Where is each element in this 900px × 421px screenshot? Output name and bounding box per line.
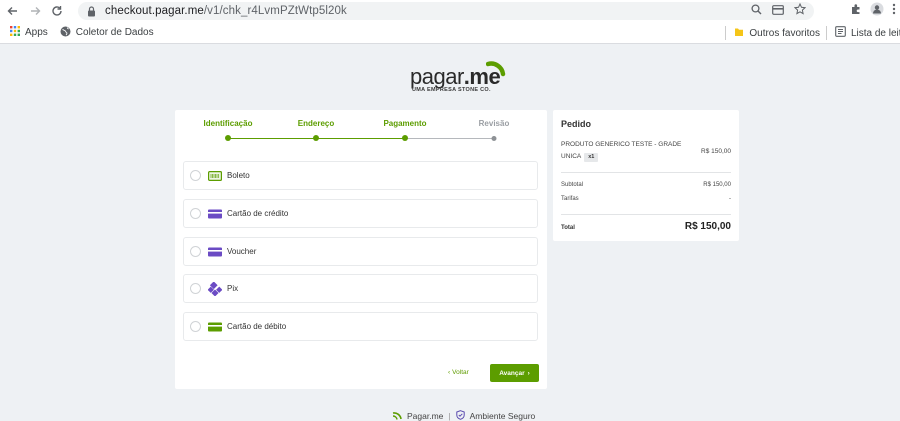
next-button-label: Avançar <box>499 369 525 377</box>
total-value: R$ 150,00 <box>684 221 731 232</box>
payment-option-boleto[interactable]: Boleto <box>183 161 538 190</box>
payment-option-voucher[interactable]: Voucher <box>183 237 538 266</box>
address-bar[interactable]: checkout.pagar.me/v1/chk_r4LvmPZtWtp5l20… <box>78 2 814 20</box>
profile-avatar-icon[interactable] <box>870 2 884 21</box>
step-dot-endereco <box>313 135 319 141</box>
browser-toolbar: checkout.pagar.me/v1/chk_r4LvmPZtWtp5l20… <box>0 0 900 22</box>
url-text: checkout.pagar.me/v1/chk_r4LvmPZtWtp5l20… <box>105 5 347 17</box>
radio-debit-card[interactable] <box>190 321 201 332</box>
boleto-icon <box>208 170 222 181</box>
chevron-left-icon: ‹ <box>448 369 451 376</box>
order-title: Pedido <box>561 119 592 129</box>
option-label-debit-card: Cartão de débito <box>227 322 287 331</box>
payment-option-credit-card[interactable]: Cartão de crédito <box>183 199 538 228</box>
logo-subtitle: UMA EMPRESA STONE CO. <box>412 87 491 93</box>
footer-separator: | <box>448 411 451 421</box>
extensions-icon[interactable] <box>850 2 862 20</box>
fees-value: - <box>729 196 731 202</box>
reading-list[interactable]: Lista de leitura <box>835 26 900 40</box>
checkout-card: Identificação Endereço Pagamento Revisão… <box>175 110 547 389</box>
order-summary: Pedido PRODUTO GENERICO TESTE - GRADE UN… <box>553 110 739 241</box>
back-button[interactable]: ‹ Voltar <box>448 369 469 376</box>
footer-secure[interactable]: Ambiente Seguro <box>470 411 536 421</box>
subtotal-label: Subtotal <box>561 182 584 188</box>
bookmark-apps[interactable]: Apps <box>10 26 48 39</box>
step-dot-identificacao <box>225 135 231 141</box>
option-label-voucher: Voucher <box>227 247 257 256</box>
step-endereco: Endereço <box>297 119 335 128</box>
bookmark-apps-label: Apps <box>25 27 48 38</box>
radio-pix[interactable] <box>190 283 201 294</box>
product-name: PRODUTO GENERICO TESTE - GRADE UNICA x1 <box>561 139 686 163</box>
total-divider <box>561 214 731 215</box>
bookmarks-divider-2 <box>825 26 827 40</box>
step-dot-revisao <box>491 136 497 141</box>
bookmark-outros-label: Outros favoritos <box>749 27 820 39</box>
payment-option-pix[interactable]: Pix <box>183 274 538 303</box>
step-revisao: Revisão <box>478 119 510 128</box>
folder-icon <box>734 27 744 40</box>
pix-icon <box>208 281 222 296</box>
subtotal-value: R$ 150,00 <box>703 182 731 188</box>
logo-arc-icon <box>486 61 506 77</box>
step-identificacao: Identificação <box>203 119 253 128</box>
next-button[interactable]: Avançar › <box>490 364 539 382</box>
quantity-badge: x1 <box>584 153 599 162</box>
payment-option-debit-card[interactable]: Cartão de débito <box>183 312 538 341</box>
bookmark-coletor[interactable]: Coletor de Dados <box>60 26 154 40</box>
pagarme-logo: pagar.me UMA EMPRESA STONE CO. <box>400 60 510 100</box>
shield-icon <box>455 410 465 421</box>
back-button-label: Voltar <box>452 369 469 376</box>
voucher-card-icon <box>208 247 222 257</box>
bookmark-coletor-label: Coletor de Dados <box>75 27 154 38</box>
credit-card-icon <box>208 209 222 219</box>
total-label: Total <box>561 225 575 231</box>
option-label-pix: Pix <box>227 284 239 293</box>
step-dot-pagamento <box>402 135 408 141</box>
forward-arrow-icon[interactable] <box>26 2 44 20</box>
footer: Pagar.me | Ambiente Seguro <box>392 409 535 421</box>
card-save-icon[interactable] <box>772 2 784 20</box>
bookmarks-bar: Apps Coletor de Dados Outros favoritos L… <box>0 22 900 44</box>
pagarme-small-icon <box>392 410 402 421</box>
radio-credit-card[interactable] <box>190 208 201 219</box>
option-label-credit-card: Cartão de crédito <box>227 209 289 218</box>
bookmarks-divider <box>725 26 727 40</box>
fees-label: Tarifas <box>561 196 579 202</box>
kebab-menu-icon[interactable] <box>892 2 896 20</box>
reading-list-label: Lista de leitura <box>850 27 900 39</box>
bookmark-outros[interactable]: Outros favoritos <box>734 27 820 40</box>
product-name-text: PRODUTO GENERICO TESTE - GRADE UNICA <box>561 141 682 160</box>
step-pagamento: Pagamento <box>383 119 427 128</box>
product-price: R$ 150,00 <box>701 148 731 155</box>
zoom-icon[interactable] <box>751 2 762 20</box>
apps-grid-icon <box>10 26 20 39</box>
footer-brand[interactable]: Pagar.me <box>407 411 443 421</box>
chevron-right-icon: › <box>527 369 530 377</box>
summary-divider <box>561 172 731 173</box>
step-remaining-line <box>405 138 494 139</box>
option-label-boleto: Boleto <box>227 171 250 180</box>
radio-voucher[interactable] <box>190 246 201 257</box>
globe-icon <box>60 26 71 40</box>
radio-boleto[interactable] <box>190 170 201 181</box>
progress-steps: Identificação Endereço Pagamento Revisão <box>175 110 547 150</box>
back-arrow-icon[interactable] <box>4 2 22 20</box>
reload-icon[interactable] <box>48 2 66 20</box>
bookmark-star-icon[interactable] <box>793 2 807 20</box>
debit-card-icon <box>208 322 222 332</box>
lock-icon[interactable] <box>87 5 101 17</box>
reading-list-icon <box>835 26 846 40</box>
